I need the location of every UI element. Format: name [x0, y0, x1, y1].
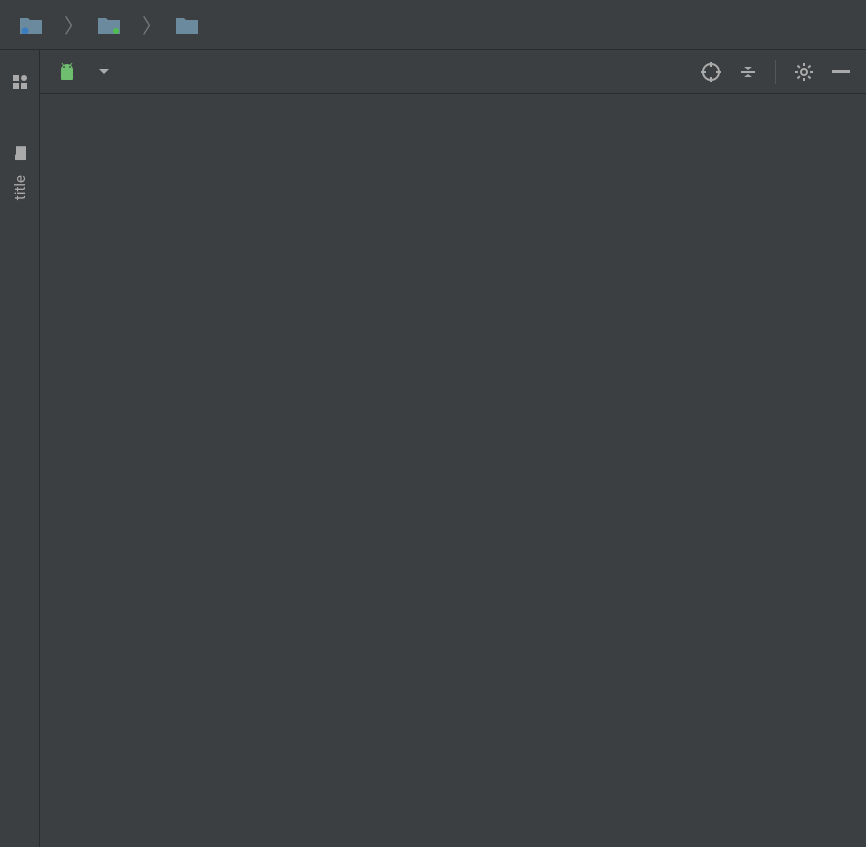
tool-tab-project[interactable]: title [5, 132, 35, 215]
settings-button[interactable] [794, 62, 814, 82]
android-icon [56, 61, 78, 83]
target-button[interactable] [701, 62, 721, 82]
chevron-down-icon [98, 68, 110, 76]
tool-sidebar: title [0, 50, 40, 847]
folder-icon [176, 16, 198, 34]
project-view-selector[interactable] [56, 61, 110, 83]
chevron-right-icon: 〉 [64, 10, 84, 39]
chevron-right-icon: 〉 [142, 10, 162, 39]
module-folder-icon [98, 16, 120, 34]
resource-icon [13, 75, 27, 89]
folder-icon [14, 146, 26, 160]
project-header [40, 50, 866, 94]
breadcrumb-item-libs[interactable] [176, 16, 206, 34]
header-actions [701, 60, 850, 84]
collapse-all-button[interactable] [739, 63, 757, 81]
breadcrumb-item-app[interactable] [98, 16, 128, 34]
project-folder-icon [20, 16, 42, 34]
project-panel [40, 50, 866, 847]
minimize-button[interactable] [832, 70, 850, 74]
tool-tab-resource-manager[interactable] [7, 60, 33, 112]
project-tree[interactable] [40, 94, 866, 847]
separator [775, 60, 776, 84]
breadcrumb: 〉 〉 [0, 0, 866, 50]
breadcrumb-item-root[interactable] [20, 16, 50, 34]
